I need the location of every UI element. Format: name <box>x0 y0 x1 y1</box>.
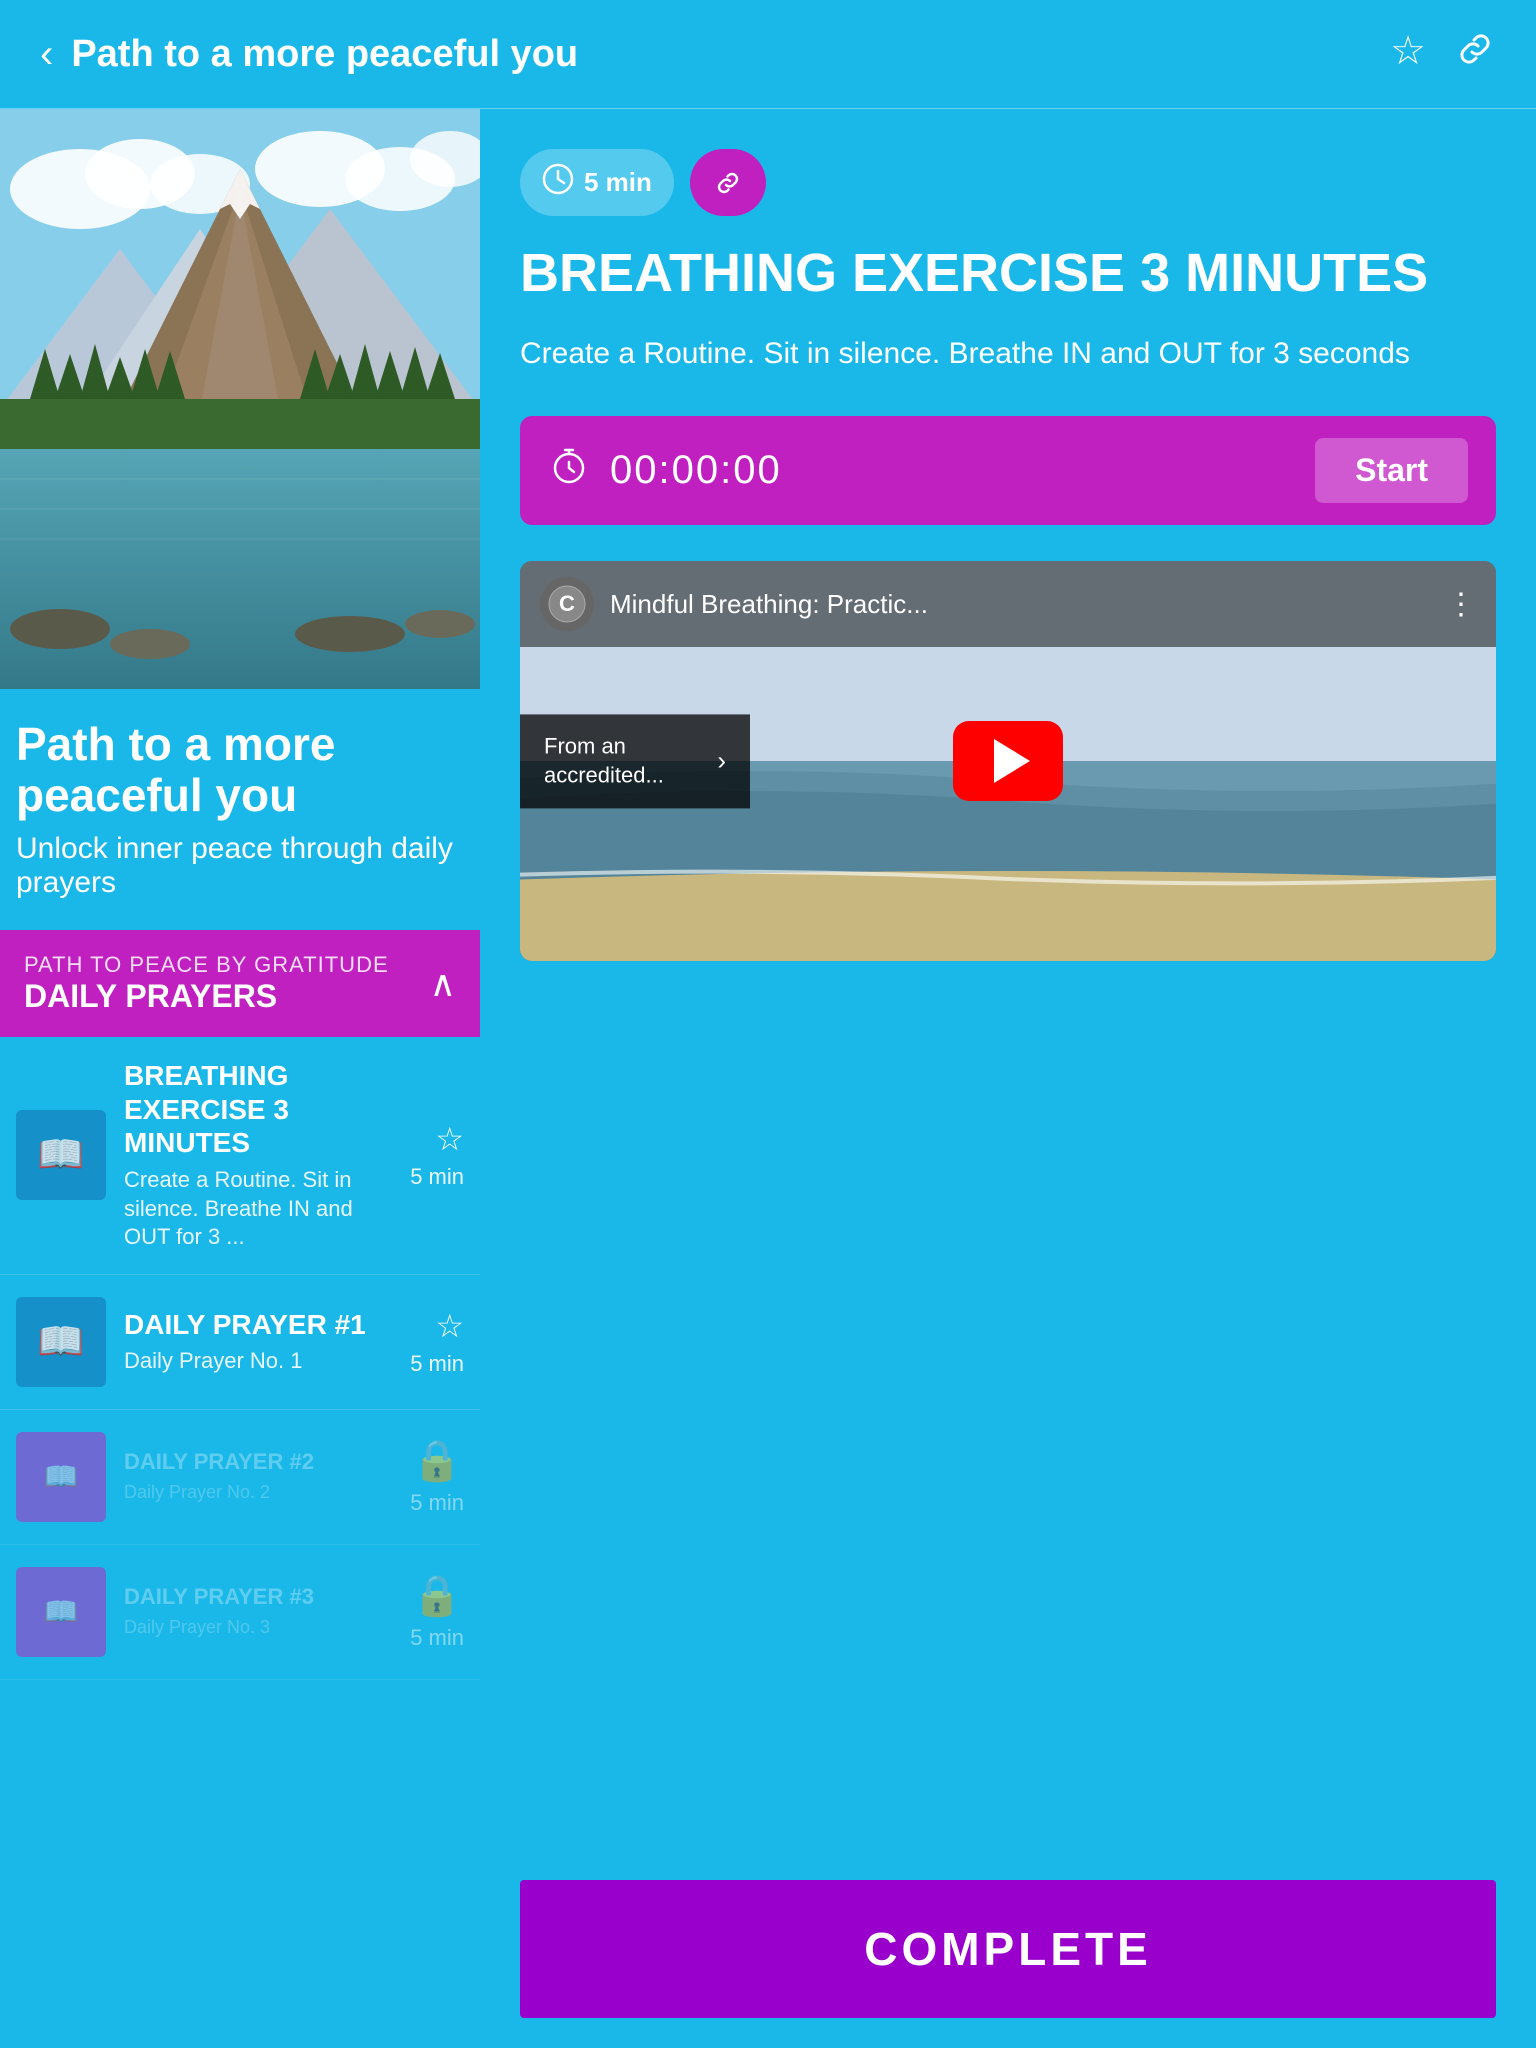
start-button[interactable]: Start <box>1315 438 1468 503</box>
content-tags: 5 min <box>520 149 1496 216</box>
play-button[interactable] <box>953 721 1063 801</box>
lesson-item-locked: 📖 DAILY PRAYER #2 Daily Prayer No. 2 🔒 5… <box>0 1410 480 1545</box>
lock-icon: 🔒 <box>412 1572 462 1619</box>
lesson-item-locked: 📖 DAILY PRAYER #3 Daily Prayer No. 3 🔒 5… <box>0 1545 480 1680</box>
lesson-meta: 🔒 5 min <box>410 1572 464 1651</box>
lesson-info: DAILY PRAYER #3 Daily Prayer No. 3 <box>124 1584 392 1640</box>
favorite-icon[interactable]: ☆ <box>1390 28 1426 80</box>
lesson-description: Create a Routine. Sit in silence. Breath… <box>124 1166 392 1252</box>
lesson-title: DAILY PRAYER #2 <box>124 1449 392 1475</box>
complete-button[interactable]: COMPLETE <box>520 1880 1496 2018</box>
app-header: ‹ Path to a more peaceful you ☆ <box>0 0 1536 109</box>
right-column: 5 min BREATHING EXERCISE 3 MINUTES Creat… <box>480 109 1536 1680</box>
course-subtitle: Unlock inner peace through daily prayers <box>16 832 456 900</box>
lesson-thumbnail: 📖 <box>16 1567 106 1657</box>
timer-icon <box>548 445 590 497</box>
duration-badge: 5 min <box>520 149 674 216</box>
lesson-description: Daily Prayer No. 1 <box>124 1347 392 1376</box>
duration-text: 5 min <box>584 167 652 198</box>
lesson-thumbnail: 📖 <box>16 1297 106 1387</box>
lesson-meta: ☆ 5 min <box>410 1120 464 1190</box>
header-actions: ☆ <box>1390 28 1496 80</box>
left-column: Path to a more peaceful you Unlock inner… <box>0 109 480 1680</box>
section-header[interactable]: PATH TO PEACE BY GRATITUDE DAILY PRAYERS… <box>0 930 480 1037</box>
main-layout: Path to a more peaceful you Unlock inner… <box>0 109 1536 1680</box>
lesson-info: BREATHING EXERCISE 3 MINUTES Create a Ro… <box>124 1059 392 1252</box>
book-icon: 📖 <box>37 1133 84 1177</box>
video-preview[interactable]: C Mindful Breathing: Practic... ⋮ From a… <box>520 561 1496 961</box>
section-header-text: PATH TO PEACE BY GRATITUDE DAILY PRAYERS <box>24 952 389 1015</box>
hero-image <box>0 109 480 689</box>
lesson-description: Daily Prayer No. 3 <box>124 1616 392 1639</box>
book-icon: 📖 <box>44 1460 79 1493</box>
lesson-list: 📖 BREATHING EXERCISE 3 MINUTES Create a … <box>0 1037 480 1680</box>
course-info: Path to a more peaceful you Unlock inner… <box>0 689 480 920</box>
timer-display: 00:00:00 <box>610 448 1295 493</box>
lesson-title: DAILY PRAYER #1 <box>124 1308 392 1342</box>
lesson-info: DAILY PRAYER #2 Daily Prayer No. 2 <box>124 1449 392 1505</box>
lesson-duration: 5 min <box>410 1625 464 1651</box>
lesson-meta: ☆ 5 min <box>410 1307 464 1377</box>
lesson-description: Daily Prayer No. 2 <box>124 1481 392 1504</box>
link-badge[interactable] <box>690 149 766 216</box>
lesson-title: DAILY PRAYER #3 <box>124 1584 392 1610</box>
lesson-meta: 🔒 5 min <box>410 1437 464 1516</box>
lesson-item[interactable]: 📖 BREATHING EXERCISE 3 MINUTES Create a … <box>0 1037 480 1275</box>
chevron-right-icon: › <box>717 746 726 777</box>
section-tag: PATH TO PEACE BY GRATITUDE <box>24 952 389 978</box>
accredited-badge[interactable]: From an accredited... › <box>520 715 750 808</box>
lesson-duration: 5 min <box>410 1351 464 1377</box>
favorite-star-icon[interactable]: ☆ <box>435 1120 464 1158</box>
header-left: ‹ Path to a more peaceful you <box>40 32 578 77</box>
timer-bar: 00:00:00 Start <box>520 416 1496 525</box>
complete-button-wrapper: COMPLETE <box>480 1850 1536 2048</box>
lesson-duration: 5 min <box>410 1490 464 1516</box>
lesson-thumbnail: 📖 <box>16 1432 106 1522</box>
accredited-text: From an accredited... <box>544 733 705 790</box>
share-link-icon[interactable] <box>1454 28 1496 80</box>
back-button[interactable]: ‹ <box>40 32 53 77</box>
book-icon: 📖 <box>44 1595 79 1628</box>
header-title: Path to a more peaceful you <box>71 33 578 76</box>
lesson-info: DAILY PRAYER #1 Daily Prayer No. 1 <box>124 1308 392 1376</box>
lesson-title: BREATHING EXERCISE 3 MINUTES <box>124 1059 392 1160</box>
lesson-duration: 5 min <box>410 1164 464 1190</box>
course-title: Path to a more peaceful you <box>16 719 456 820</box>
content-description: Create a Routine. Sit in silence. Breath… <box>520 331 1496 376</box>
lesson-item[interactable]: 📖 DAILY PRAYER #1 Daily Prayer No. 1 ☆ 5… <box>0 1275 480 1410</box>
chevron-up-icon: ∧ <box>430 963 456 1005</box>
play-triangle-icon <box>994 739 1030 783</box>
section-name: DAILY PRAYERS <box>24 978 389 1015</box>
lock-icon: 🔒 <box>412 1437 462 1484</box>
favorite-star-icon[interactable]: ☆ <box>435 1307 464 1345</box>
clock-icon <box>542 163 574 202</box>
content-title: BREATHING EXERCISE 3 MINUTES <box>520 244 1496 303</box>
book-icon: 📖 <box>37 1320 84 1364</box>
lesson-thumbnail: 📖 <box>16 1110 106 1200</box>
